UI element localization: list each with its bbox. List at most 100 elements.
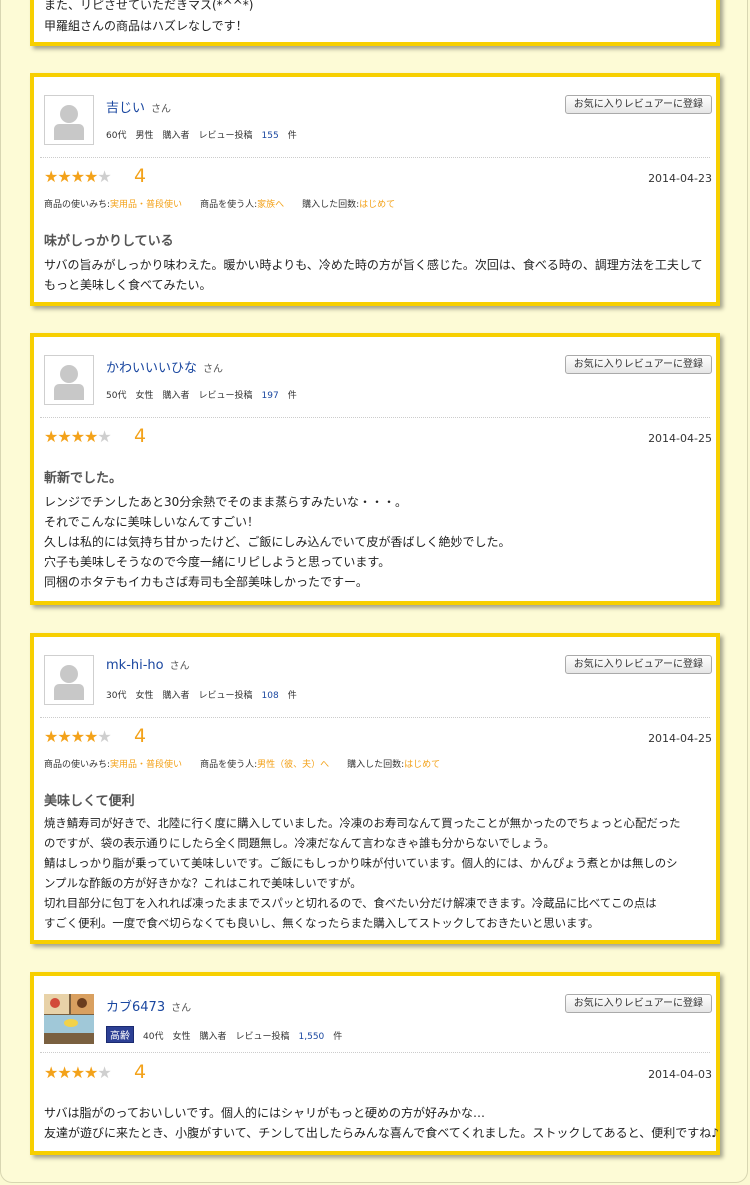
review-posts-label: レビュー投稿 <box>235 1032 290 1042</box>
gender: 男性 <box>135 131 154 141</box>
review-body-line: また、リピさせていただきマス(*^^*) <box>44 0 254 12</box>
review-body-line: 久しは私的には気持ち甘かったけど、ご飯にしみ込んでいて皮が香ばしく絶妙でした。 <box>44 535 511 549</box>
reviewer-name-link[interactable]: かわいいいひな <box>106 361 197 376</box>
reviewer-name[interactable]: かわいいいひな さん <box>106 357 223 376</box>
user-value: 男性（彼、夫）へ <box>257 760 330 770</box>
favorite-reviewer-button[interactable]: お気に入りレビュアーに登録 <box>564 994 712 1013</box>
user-label: 商品を使う人: <box>200 200 258 210</box>
times-label: 購入した回数: <box>347 760 405 770</box>
review-body: レンジでチンしたあと30分余熱でそのまま蒸らすみたいな・・・。 それでこんなに美… <box>44 492 710 592</box>
star-rating: ★★★★★ <box>44 427 112 446</box>
rating-number: 4 <box>134 425 147 447</box>
review-body-line: サバは脂がのっておいしいです。個人的にはシャリがもっと硬めの方が好みかな… <box>44 1106 486 1120</box>
review-body-line: 穴子も美味しそうなので今度一緒にリピしようと思っています。 <box>44 555 391 569</box>
star-rating: ★★★★★ <box>44 167 112 186</box>
favorite-reviewer-button[interactable]: お気に入りレビュアーに登録 <box>564 655 712 674</box>
review-body-line: のですが、袋の表示通りにしたら全く問題無し。冷凍だなんて言わなきゃ誰も分からない… <box>44 836 555 850</box>
review-date: 2014-04-25 <box>648 432 712 445</box>
review-body-line: 甲羅組さんの商品はハズレなしです！ <box>44 19 248 33</box>
times-value: はじめて <box>359 200 396 210</box>
review-body-line: サバの旨みがしっかり味わえた。暖かい時よりも、冷めた時の方が旨く感じた。次回は、… <box>44 258 703 272</box>
rating-number: 4 <box>134 725 147 747</box>
age: 60代 <box>106 131 127 141</box>
avatar[interactable] <box>44 994 94 1044</box>
review-card: 吉じい さん 60代 男性 購入者 レビュー投稿 155 件 お気に入りレビュアーに登録 ★… <box>30 73 720 306</box>
review-card: かわいいいひな さん 50代 女性 購入者 レビュー投稿 197 件 お気に入りレビュアーに… <box>30 333 720 605</box>
review-body-line: 友達が遊びに来たとき、小腹がすいて、チンして出したらみんな喜んで食べてくれました… <box>44 1126 719 1140</box>
honorific: さん <box>203 364 224 375</box>
reviewer-name[interactable]: mk-hi-ho さん <box>106 657 190 673</box>
usage-label: 商品の使いみち: <box>44 760 111 770</box>
reviewer-name-link[interactable]: カブ6473 <box>106 1000 165 1015</box>
avatar[interactable] <box>44 95 94 145</box>
review-count-link[interactable]: 108 <box>262 691 279 701</box>
reviewer-meta: 60代 男性 購入者 レビュー投稿 155 件 <box>106 128 306 141</box>
review-body-line: もっと美味しく食べてみたい。 <box>44 278 212 292</box>
rating-number: 4 <box>134 1061 147 1083</box>
reviewer-name-link[interactable]: mk-hi-ho <box>106 658 164 673</box>
unit: 件 <box>287 691 297 701</box>
unit: 件 <box>333 1032 343 1042</box>
review-body-line: 焼き鯖寿司が好きで、北陸に行く度に購入していました。冷凍のお寿司なんて買ったこと… <box>44 816 681 830</box>
age: 40代 <box>143 1032 164 1042</box>
review-posts-label: レビュー投稿 <box>198 691 253 701</box>
reviewer-meta: 30代 女性 購入者 レビュー投稿 108 件 <box>106 688 306 701</box>
review-body-line: レンジでチンしたあと30分余熱でそのまま蒸らすみたいな・・・。 <box>44 495 408 509</box>
review-date: 2014-04-25 <box>648 732 712 745</box>
buyer-label: 購入者 <box>162 131 190 141</box>
age: 50代 <box>106 391 127 401</box>
review-body-line: 同梱のホタテもイカもさば寿司も全部美味しかったですー。 <box>44 575 368 589</box>
review-body: サバは脂がのっておいしいです。個人的にはシャリがもっと硬めの方が好みかな… 友達… <box>44 1103 719 1143</box>
usage-value: 実用品・普段使い <box>110 760 183 770</box>
avatar[interactable] <box>44 355 94 405</box>
reviewer-meta: 50代 女性 購入者 レビュー投稿 197 件 <box>106 388 306 401</box>
purchase-info: 商品の使いみち:実用品・普段使い 商品を使う人:男性（彼、夫）へ 購入した回数:はじ… <box>44 757 458 770</box>
review-body-line: すごく便利。一度で食べ切らなくても良いし、無くなったらまた購入してストックしてお… <box>44 916 600 930</box>
reviewer-name[interactable]: 吉じい さん <box>106 97 171 116</box>
user-value: 家族へ <box>257 200 285 210</box>
review-date: 2014-04-03 <box>648 1068 712 1081</box>
review-count-link[interactable]: 1,550 <box>299 1032 325 1042</box>
review-card: カブ6473 さん 高齢 40代 女性 購入者 レビュー投稿 1,550 件 お気に入りレビュ… <box>30 972 720 1155</box>
review-card-partial: また、リピさせていただきマス(*^^*) 甲羅組さんの商品はハズレなしです！ <box>30 0 720 46</box>
times-label: 購入した回数: <box>302 200 360 210</box>
honorific: さん <box>171 1003 192 1014</box>
age: 30代 <box>106 691 127 701</box>
review-count-link[interactable]: 155 <box>262 131 279 141</box>
review-card: mk-hi-ho さん 30代 女性 購入者 レビュー投稿 108 件 お気に入りレビュアー… <box>30 633 720 944</box>
star-rating: ★★★★★ <box>44 727 112 746</box>
divider <box>40 717 710 718</box>
reviewer-meta: 高齢 40代 女性 購入者 レビュー投稿 1,550 件 <box>106 1026 351 1043</box>
favorite-reviewer-button[interactable]: お気に入りレビュアーに登録 <box>564 95 712 114</box>
usage-label: 商品の使いみち: <box>44 200 111 210</box>
review-title: 味がしっかりしている <box>44 234 174 249</box>
user-label: 商品を使う人: <box>200 760 258 770</box>
review-body-line: 切れ目部分に包丁を入れれば凍ったままでスパッと切れるので、食べたい分だけ解凍でき… <box>44 896 657 910</box>
gender: 女性 <box>172 1032 191 1042</box>
review-posts-label: レビュー投稿 <box>198 131 253 141</box>
review-posts-label: レビュー投稿 <box>198 391 253 401</box>
reviewer-badge: 高齢 <box>106 1026 134 1043</box>
star-rating: ★★★★★ <box>44 1063 112 1082</box>
review-body-line: ンプルな酢飯の方が好きかな？これはこれで美味しいですが。 <box>44 876 362 890</box>
buyer-label: 購入者 <box>162 391 190 401</box>
reviewer-name[interactable]: カブ6473 さん <box>106 996 191 1015</box>
review-date: 2014-04-23 <box>648 172 712 185</box>
review-count-link[interactable]: 197 <box>262 391 279 401</box>
review-body: 焼き鯖寿司が好きで、北陸に行く度に購入していました。冷凍のお寿司なんて買ったこと… <box>44 813 710 933</box>
times-value: はじめて <box>404 760 441 770</box>
gender: 女性 <box>135 691 154 701</box>
buyer-label: 購入者 <box>162 691 190 701</box>
usage-value: 実用品・普段使い <box>110 200 183 210</box>
divider <box>40 1052 710 1053</box>
purchase-info: 商品の使いみち:実用品・普段使い 商品を使う人:家族へ 購入した回数:はじめて <box>44 197 413 210</box>
review-title: 美味しくて便利 <box>44 794 135 809</box>
favorite-reviewer-button[interactable]: お気に入りレビュアーに登録 <box>564 355 712 374</box>
avatar[interactable] <box>44 655 94 705</box>
review-body: サバの旨みがしっかり味わえた。暖かい時よりも、冷めた時の方が旨く感じた。次回は、… <box>44 255 710 295</box>
review-title: 斬新でした。 <box>44 471 123 486</box>
reviewer-name-link[interactable]: 吉じい <box>106 101 145 116</box>
unit: 件 <box>287 391 297 401</box>
review-body-line: 鯖はしっかり脂が乗っていて美味しいです。ご飯にもしっかり味が付いています。個人的… <box>44 856 678 870</box>
rating-number: 4 <box>134 165 147 187</box>
